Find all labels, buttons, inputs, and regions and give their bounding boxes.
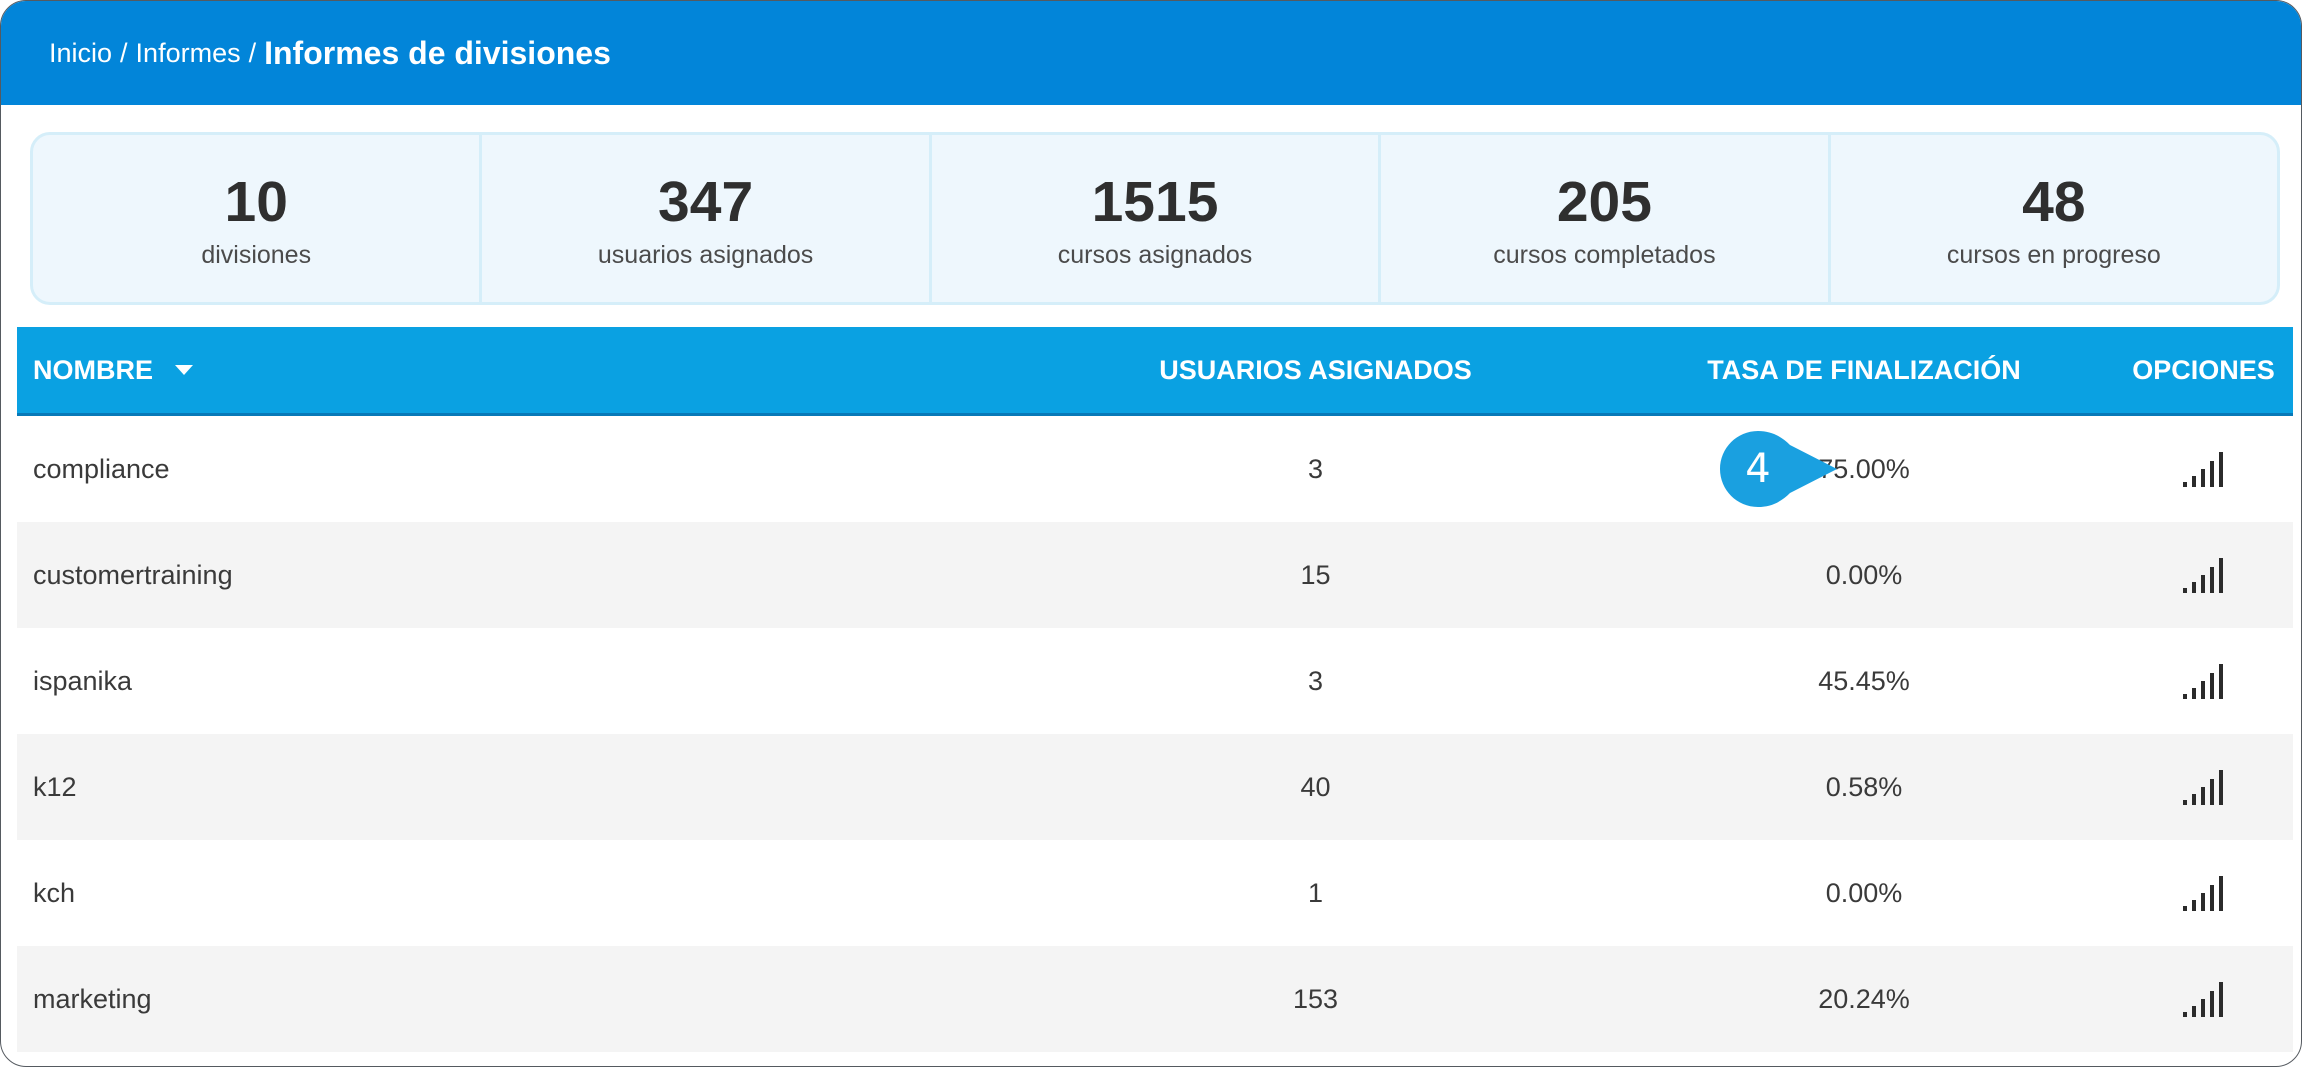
bar-chart-icon xyxy=(2182,664,2223,699)
table-row: kch 1 0.00% xyxy=(17,840,2293,946)
column-header-rate[interactable]: TASA DE FINALIZACIÓN xyxy=(1614,355,2114,386)
completion-rate: 45.45% xyxy=(1818,665,1910,696)
view-report-button[interactable] xyxy=(2114,979,2293,1019)
view-report-button[interactable] xyxy=(2114,449,2293,489)
stat-assigned-users: 347 usuarios asignados xyxy=(482,135,932,302)
completion-rate: 0.00% xyxy=(1825,559,1903,590)
assigned-users-count: 3 xyxy=(1307,665,1324,696)
stat-label: divisiones xyxy=(201,241,312,269)
view-report-button[interactable] xyxy=(2114,873,2293,913)
breadcrumb: Inicio / Informes / Informes de division… xyxy=(1,1,2301,105)
table-row: marketing 153 20.24% xyxy=(17,946,2293,1052)
column-header-options: OPCIONES xyxy=(2132,354,2275,385)
table-row: k12 40 0.58% xyxy=(17,734,2293,840)
breadcrumb-reports-link[interactable]: Informes xyxy=(136,38,241,69)
table-row: ispanika 3 45.45% xyxy=(17,628,2293,734)
view-report-button[interactable] xyxy=(2114,555,2293,595)
breadcrumb-separator: / xyxy=(120,37,128,68)
divisions-table: NOMBRE USUARIOS ASIGNADOS TASA DE FINALI… xyxy=(17,327,2293,1052)
division-name: marketing xyxy=(33,983,152,1014)
callout-badge: 4 xyxy=(1720,431,1837,507)
view-report-button[interactable] xyxy=(2114,767,2293,807)
assigned-users-count: 40 xyxy=(1300,771,1331,802)
bar-chart-icon xyxy=(2182,452,2223,487)
bar-chart-icon xyxy=(2182,558,2223,593)
window-frame: Inicio / Informes / Informes de division… xyxy=(0,0,2302,1067)
stat-value: 48 xyxy=(2022,170,2086,234)
division-name: customertraining xyxy=(33,559,233,590)
callout-number: 4 xyxy=(1745,446,1771,492)
completion-rate: 0.58% xyxy=(1825,771,1903,802)
stat-completed-courses: 205 cursos completados xyxy=(1381,135,1831,302)
stat-value: 10 xyxy=(224,170,288,234)
page-title: Informes de divisiones xyxy=(264,34,611,71)
stat-label: cursos completados xyxy=(1493,241,1716,269)
breadcrumb-separator: / xyxy=(248,37,257,68)
division-name: kch xyxy=(33,877,76,908)
completion-rate-cell: 4 75.00% xyxy=(1614,431,2114,507)
assigned-users-count: 3 xyxy=(1307,453,1324,484)
column-header-users[interactable]: USUARIOS ASIGNADOS xyxy=(1017,355,1614,386)
stat-label: cursos en progreso xyxy=(1946,241,2161,269)
completion-rate: 0.00% xyxy=(1825,877,1903,908)
assigned-users-count: 1 xyxy=(1307,877,1324,908)
assigned-users-count: 15 xyxy=(1300,559,1331,590)
bar-chart-icon xyxy=(2182,770,2223,805)
summary-stats: 10 divisiones 347 usuarios asignados 151… xyxy=(30,132,2280,305)
stat-value: 347 xyxy=(658,170,754,234)
stat-divisions: 10 divisiones xyxy=(33,135,483,302)
bar-chart-icon xyxy=(2182,876,2223,911)
breadcrumb-home-link[interactable]: Inicio xyxy=(49,38,112,69)
stat-label: usuarios asignados xyxy=(597,241,814,269)
stat-assigned-courses: 1515 cursos asignados xyxy=(932,135,1382,302)
table-header: NOMBRE USUARIOS ASIGNADOS TASA DE FINALI… xyxy=(17,327,2293,416)
view-report-button[interactable] xyxy=(2114,661,2293,701)
assigned-users-count: 153 xyxy=(1292,983,1339,1014)
table-row: compliance 3 4 75.00% xyxy=(17,416,2293,522)
stat-value: 205 xyxy=(1556,170,1652,234)
division-name: compliance xyxy=(33,453,170,484)
column-header-name: NOMBRE xyxy=(33,354,153,385)
stat-in-progress-courses: 48 cursos en progreso xyxy=(1831,135,2277,302)
stat-label: cursos asignados xyxy=(1057,241,1253,269)
division-name: ispanika xyxy=(33,665,133,696)
sort-by-name-header[interactable]: NOMBRE xyxy=(17,355,1017,386)
table-row: customertraining 15 0.00% xyxy=(17,522,2293,628)
bar-chart-icon xyxy=(2182,982,2223,1017)
completion-rate: 20.24% xyxy=(1818,983,1910,1014)
division-name: k12 xyxy=(33,771,77,802)
stat-value: 1515 xyxy=(1091,170,1219,234)
caret-down-icon xyxy=(175,365,193,375)
